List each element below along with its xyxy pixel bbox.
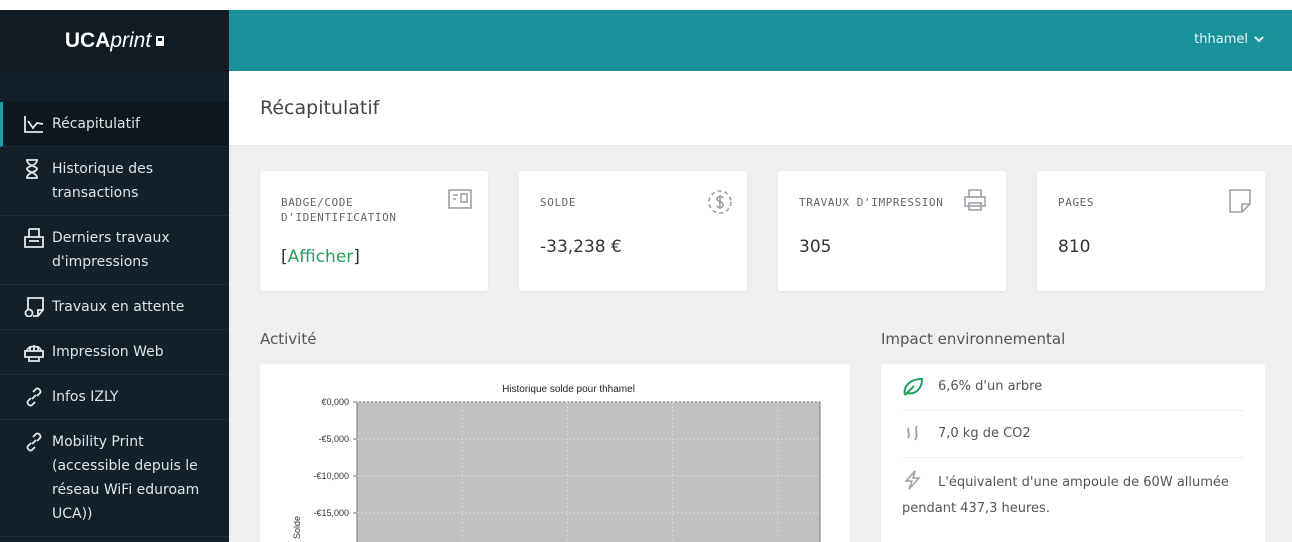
sidebar-item-label: Impression Web <box>52 344 164 360</box>
brand-italic: print <box>110 29 152 52</box>
chart-title: Historique solde pour thhamel <box>502 384 635 395</box>
sidebar-item-label: Derniers travaux d'impressions <box>52 230 170 270</box>
top-bar: thhamel <box>229 10 1292 71</box>
show-badge-link[interactable]: Afficher <box>288 247 354 267</box>
printer-output-icon <box>24 226 52 250</box>
badge-value: [Afficher] <box>281 247 360 267</box>
env-bulb-item: L'équivalent d'une ampoule de 60W allumé… <box>902 458 1244 532</box>
sidebar-item-mobility-print[interactable]: Mobility Print (accessible depuis le rés… <box>0 420 229 537</box>
chart-y-tick-label: €0,000 <box>321 397 349 407</box>
badge-card-label: BADGE/CODE D'IDENTIFICATION <box>281 196 397 224</box>
sidebar-item-recapitulatif[interactable]: Récapitulatif <box>0 102 229 147</box>
balance-card-label: SOLDE <box>540 196 577 209</box>
link-icon <box>24 430 52 454</box>
env-bulb-text: L'équivalent d'une ampoule de 60W allumé… <box>902 475 1229 516</box>
page-title: Récapitulatif <box>260 97 380 119</box>
user-menu[interactable]: thhamel <box>1194 32 1264 47</box>
leaf-icon <box>902 376 938 398</box>
env-co2-text: 7,0 kg de CO2 <box>938 426 1031 441</box>
activity-chart-panel: Historique solde pour thhamel €0,000 -€5,0… <box>260 364 850 542</box>
environment-panel: 6,6% d'un arbre 7,0 kg de CO2 L'équivale… <box>881 364 1265 542</box>
pending-jobs-icon <box>24 295 52 319</box>
env-co2-item: 7,0 kg de CO2 <box>902 411 1244 458</box>
pages-value: 810 <box>1058 237 1091 257</box>
activity-title: Activité <box>260 330 317 348</box>
chart-y-tick-label: -€5,000 <box>318 434 349 444</box>
id-card-icon <box>448 189 472 213</box>
page-header: Récapitulatif <box>229 71 1292 146</box>
sidebar: UCAprint Récapitulatif Historique des tr… <box>0 10 229 542</box>
sidebar-item-label: Mobility Print (accessible depuis le rés… <box>52 434 200 522</box>
jobs-value: 305 <box>799 237 832 257</box>
chart-y-tick-label: -€15,000 <box>313 508 349 518</box>
sidebar-item-label: Récapitulatif <box>52 116 140 132</box>
bracket-close: ] <box>353 247 360 267</box>
bolt-icon <box>902 470 938 498</box>
sidebar-item-label: Historique des transactions <box>52 161 154 201</box>
sidebar-nav: Récapitulatif Historique des transaction… <box>0 102 229 537</box>
sidebar-item-impression-web[interactable]: Impression Web <box>0 330 229 375</box>
page-icon <box>1229 189 1251 217</box>
brand-logo[interactable]: UCAprint <box>0 10 229 72</box>
balance-value: -33,238 € <box>540 237 622 257</box>
chart-plot-area <box>356 401 821 542</box>
main-content: BADGE/CODE D'IDENTIFICATION [Afficher] S… <box>229 146 1292 542</box>
jobs-card-label: TRAVAUX D'IMPRESSION <box>799 196 944 209</box>
env-tree-item: 6,6% d'un arbre <box>902 364 1244 411</box>
sidebar-item-historique[interactable]: Historique des transactions <box>0 147 229 216</box>
web-print-icon <box>24 340 52 364</box>
pages-card: PAGES 810 <box>1037 171 1265 291</box>
chart-y-axis-label: Solde <box>292 516 302 539</box>
chart-line-icon <box>24 112 52 136</box>
chevron-down-icon <box>1254 32 1264 47</box>
jobs-card: TRAVAUX D'IMPRESSION 305 <box>778 171 1006 291</box>
sidebar-item-travaux-attente[interactable]: Travaux en attente <box>0 285 229 330</box>
hourglass-icon <box>24 157 52 181</box>
username: thhamel <box>1194 32 1248 47</box>
brand-flag-icon <box>156 36 165 46</box>
printer-icon <box>964 189 986 215</box>
sidebar-item-label: Travaux en attente <box>52 299 185 315</box>
environment-title: Impact environnemental <box>881 330 1066 348</box>
chart-y-tick-label: -€10,000 <box>313 471 349 481</box>
pages-card-label: PAGES <box>1058 196 1095 209</box>
balance-chart: Historique solde pour thhamel €0,000 -€5,0… <box>292 384 821 542</box>
env-bulb-text-wrap: L'équivalent d'une ampoule de 60W allumé… <box>902 470 1244 520</box>
sidebar-item-derniers-travaux[interactable]: Derniers travaux d'impressions <box>0 216 229 285</box>
link-icon <box>24 385 52 409</box>
bracket-open: [ <box>281 247 288 267</box>
balance-card: SOLDE -33,238 € <box>519 171 747 291</box>
brand-bold: UCA <box>64 29 111 52</box>
smoke-icon <box>902 423 938 445</box>
sidebar-item-label: Infos IZLY <box>52 389 119 405</box>
env-tree-text: 6,6% d'un arbre <box>938 379 1043 394</box>
dollar-circle-icon <box>707 189 733 219</box>
sidebar-item-infos-izly[interactable]: Infos IZLY <box>0 375 229 420</box>
badge-card: BADGE/CODE D'IDENTIFICATION [Afficher] <box>260 171 488 291</box>
